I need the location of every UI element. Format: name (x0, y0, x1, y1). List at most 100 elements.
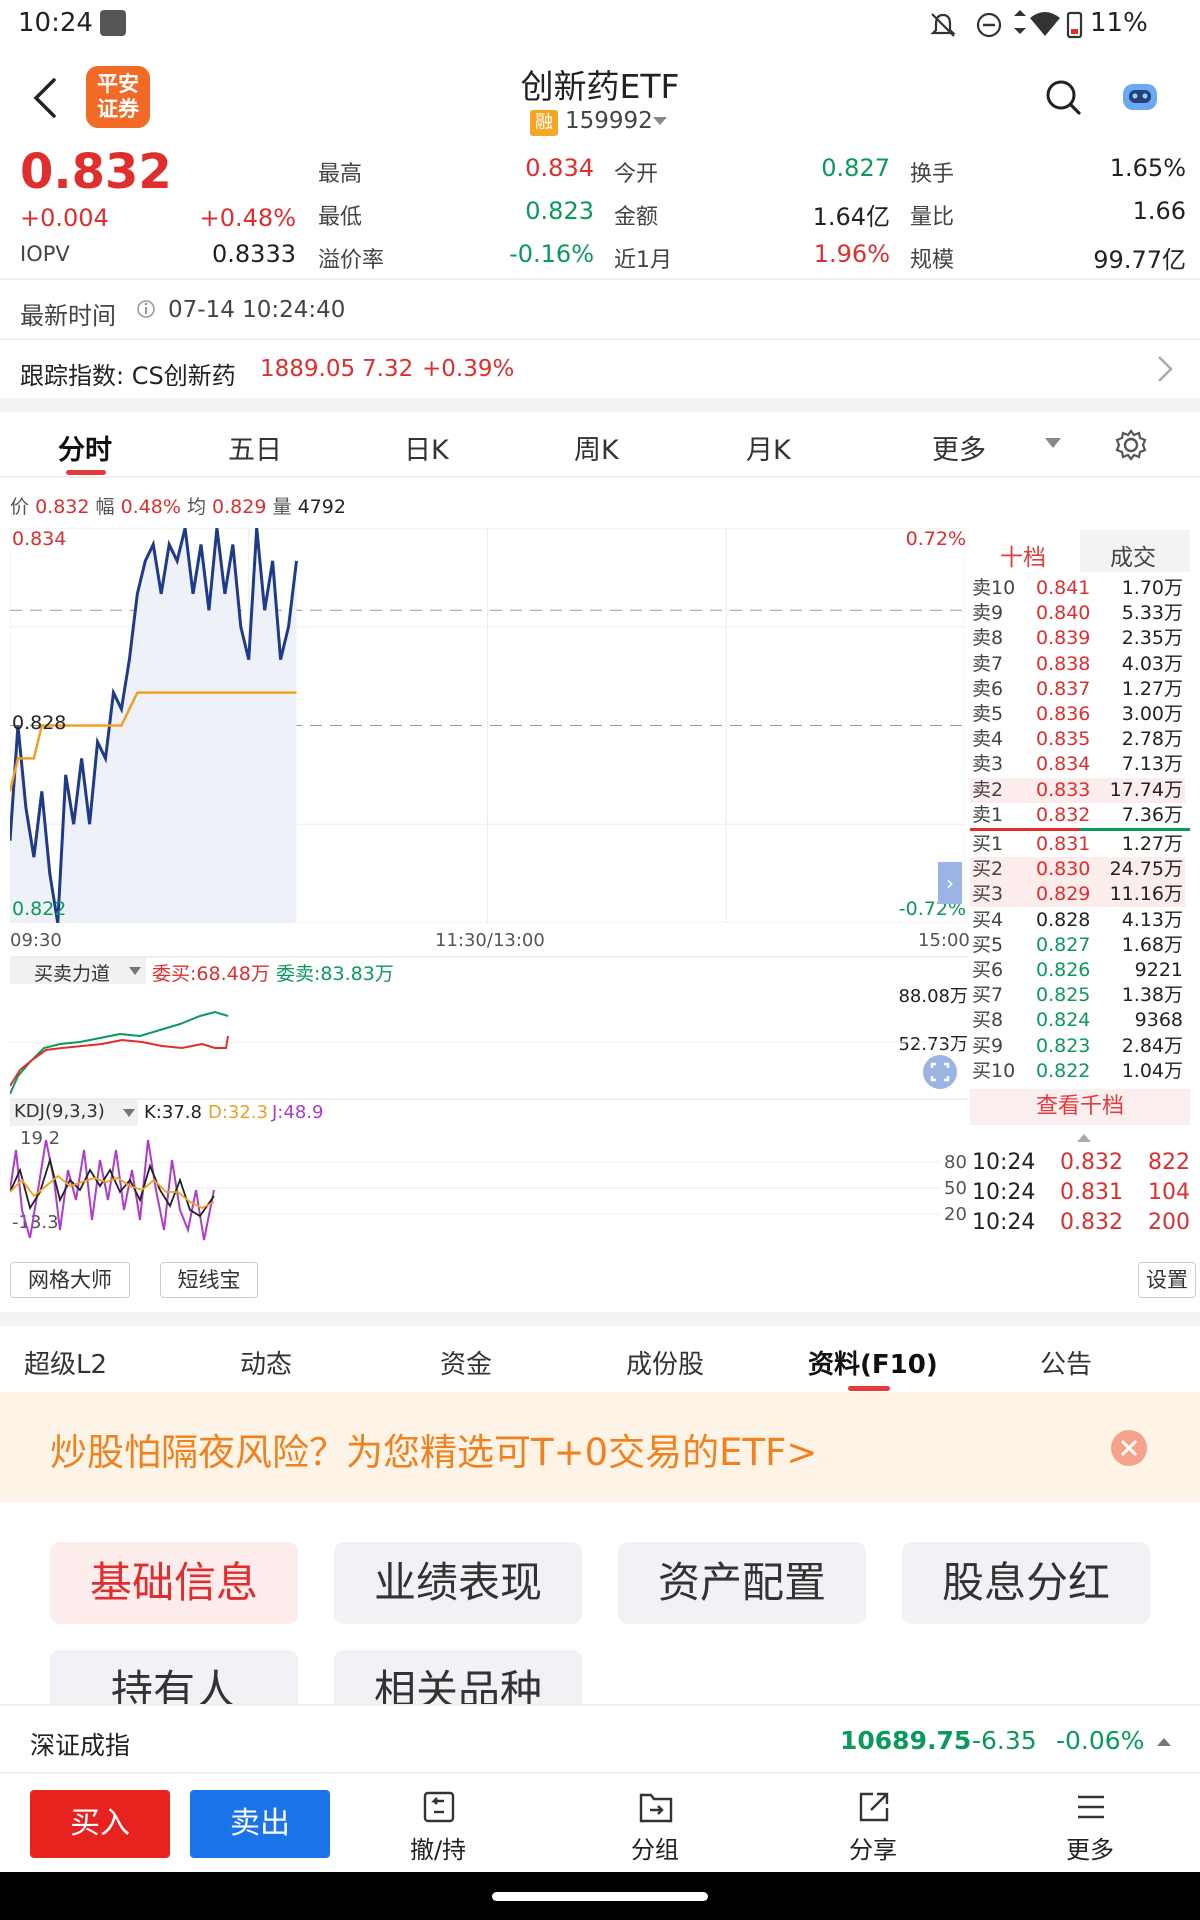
tab-announcements[interactable]: 公告 (1040, 1344, 1092, 1381)
tab-five-day[interactable]: 五日 (228, 428, 282, 467)
home-indicator[interactable] (492, 1892, 708, 1901)
tab-super-l2[interactable]: 超级L2 (24, 1344, 107, 1381)
kdj-label: KDJ(9,3,3) (14, 1101, 105, 1122)
f10-dividends[interactable]: 股息分红 (902, 1542, 1150, 1624)
view-more-depth-button[interactable]: 查看千档 (970, 1089, 1190, 1125)
level-label: 买6 (972, 959, 1004, 981)
index-tracking-label: 跟踪指数: CS创新药 (20, 362, 236, 390)
sell-button[interactable]: 卖出 (190, 1790, 330, 1858)
kdj-level-80: 80 (944, 1152, 967, 1173)
chevron-up-icon[interactable] (1156, 1736, 1172, 1748)
level-volume: 24.75万 (1109, 858, 1183, 881)
cancel-hold-button[interactable]: 撤/持 (388, 1788, 488, 1864)
settings-button[interactable]: 设置 (1138, 1262, 1196, 1298)
gear-icon[interactable] (1114, 428, 1148, 462)
quote-value-scale: 99.77亿 (1093, 246, 1186, 274)
back-arrow-icon[interactable] (30, 76, 60, 120)
promo-banner[interactable]: 炒股怕隔夜风险？为您精选可T+0交易的ETF> (0, 1392, 1200, 1502)
tab-intraday[interactable]: 分时 (58, 428, 112, 467)
tab-monthly-k[interactable]: 月K (746, 428, 791, 467)
info-icon[interactable] (136, 299, 156, 319)
section-gap (0, 1312, 1200, 1326)
level-label: 卖8 (972, 627, 1004, 650)
security-code[interactable]: 159992 (565, 108, 653, 134)
chart-info-row: 价 0.832 幅 0.48% 均 0.829 量 4792 (10, 496, 346, 518)
battery-level: 11% (1090, 8, 1148, 38)
sell-level-row[interactable]: 卖3 0.834 7.13万 (970, 752, 1185, 777)
level-volume: 7.36万 (1121, 803, 1183, 826)
level-price: 0.829 (1036, 883, 1091, 906)
bell-off-icon (930, 13, 956, 37)
level-price: 0.827 (1036, 933, 1091, 956)
search-icon[interactable] (1044, 78, 1082, 116)
tab-daily-k[interactable]: 日K (404, 428, 449, 467)
expand-panel-icon[interactable]: › (938, 862, 962, 904)
sell-level-row[interactable]: 卖2 0.833 17.74万 (970, 777, 1185, 803)
sell-level-row[interactable]: 卖10 0.841 1.70万 (970, 576, 1185, 601)
sell-level-row[interactable]: 卖4 0.835 2.78万 (970, 727, 1185, 752)
tab-weekly-k[interactable]: 周K (574, 428, 619, 467)
intraday-chart[interactable] (10, 528, 965, 923)
level-volume: 1.27万 (1121, 677, 1183, 700)
share-button[interactable]: 分享 (823, 1788, 923, 1864)
force-indicator-selector[interactable]: 买卖力道 (10, 958, 146, 985)
buy-level-row[interactable]: 买4 0.828 4.13万 (970, 908, 1185, 933)
more-button[interactable]: 更多 (1040, 1788, 1140, 1864)
chevron-down-icon[interactable] (652, 115, 668, 127)
quote-label-premium: 溢价率 (318, 248, 385, 273)
tab-f10[interactable]: 资料(F10) (808, 1344, 938, 1381)
level-label: 卖6 (972, 677, 1004, 700)
index-ticker-bar[interactable]: 深证成指 10689.75 -6.35 -0.06% (0, 1704, 1200, 1774)
buy-level-row[interactable]: 买6 0.826 9221 (970, 958, 1185, 983)
f10-asset-allocation[interactable]: 资产配置 (618, 1542, 866, 1624)
divider (10, 956, 968, 958)
time-start: 09:30 (10, 930, 62, 951)
buy-level-row[interactable]: 买5 0.827 1.68万 (970, 933, 1185, 958)
tab-funds[interactable]: 资金 (440, 1344, 492, 1381)
kdj-selector[interactable]: KDJ(9,3,3) (10, 1100, 138, 1126)
quote-label-1month: 近1月 (614, 248, 672, 273)
bid-ask-divider-red (970, 828, 1080, 831)
group-button[interactable]: 分组 (605, 1788, 705, 1864)
index-change: -6.35 (972, 1726, 1037, 1755)
sell-level-row[interactable]: 卖6 0.837 1.27万 (970, 677, 1185, 702)
tab-ten-levels[interactable]: 十档 (970, 530, 1080, 572)
sell-level-row[interactable]: 卖7 0.838 4.03万 (970, 652, 1185, 677)
level-label: 卖5 (972, 703, 1004, 725)
tab-news[interactable]: 动态 (240, 1344, 292, 1381)
quote-value-turnover: 1.65% (1109, 154, 1186, 182)
sell-level-row[interactable]: 卖1 0.832 7.36万 (970, 803, 1185, 828)
buy-level-row[interactable]: 买9 0.823 2.84万 (970, 1034, 1185, 1059)
grid-master-button[interactable]: 网格大师 (10, 1262, 130, 1298)
buy-level-row[interactable]: 买8 0.824 9368 (970, 1008, 1185, 1033)
buy-level-row[interactable]: 买2 0.830 24.75万 (970, 857, 1185, 883)
sell-level-row[interactable]: 卖5 0.836 3.00万 (970, 702, 1185, 727)
buy-button[interactable]: 买入 (30, 1790, 170, 1858)
f10-performance[interactable]: 业绩表现 (334, 1542, 582, 1624)
index-tracking-row[interactable]: 跟踪指数: CS创新药 1889.05 7.32 +0.39% (0, 340, 1200, 398)
sell-level-row[interactable]: 卖8 0.839 2.35万 (970, 626, 1185, 651)
level-volume: 4.13万 (1121, 908, 1183, 931)
menu-icon (1078, 1795, 1104, 1819)
robot-assistant-icon[interactable] (1120, 78, 1160, 114)
tab-more[interactable]: 更多 (932, 428, 986, 467)
buy-level-row[interactable]: 买3 0.829 11.16万 (970, 882, 1185, 908)
buy-level-row[interactable]: 买7 0.825 1.38万 (970, 983, 1185, 1008)
tab-constituents[interactable]: 成份股 (626, 1344, 704, 1381)
level-label: 卖3 (972, 753, 1004, 776)
chevron-up-icon[interactable] (1076, 1132, 1092, 1144)
sell-level-row[interactable]: 卖9 0.840 5.33万 (970, 601, 1185, 626)
buy-level-row[interactable]: 买1 0.831 1.27万 (970, 832, 1185, 857)
fullscreen-icon[interactable] (922, 1054, 958, 1090)
f10-holders[interactable]: 持有人 (50, 1650, 298, 1704)
close-icon[interactable] (1110, 1429, 1148, 1467)
buy-level-row[interactable]: 买10 0.822 1.04万 (970, 1059, 1185, 1084)
time-mid: 11:30/13:00 (435, 930, 545, 951)
short-term-button[interactable]: 短线宝 (160, 1262, 258, 1298)
index-tracking-value: 1889.05 (260, 356, 356, 382)
tab-trades[interactable]: 成交 (1080, 530, 1190, 572)
chevron-down-icon[interactable] (1044, 436, 1062, 450)
f10-related[interactable]: 相关品种 (334, 1650, 582, 1704)
f10-basic-info[interactable]: 基础信息 (50, 1542, 298, 1624)
battery-icon (1066, 11, 1083, 39)
